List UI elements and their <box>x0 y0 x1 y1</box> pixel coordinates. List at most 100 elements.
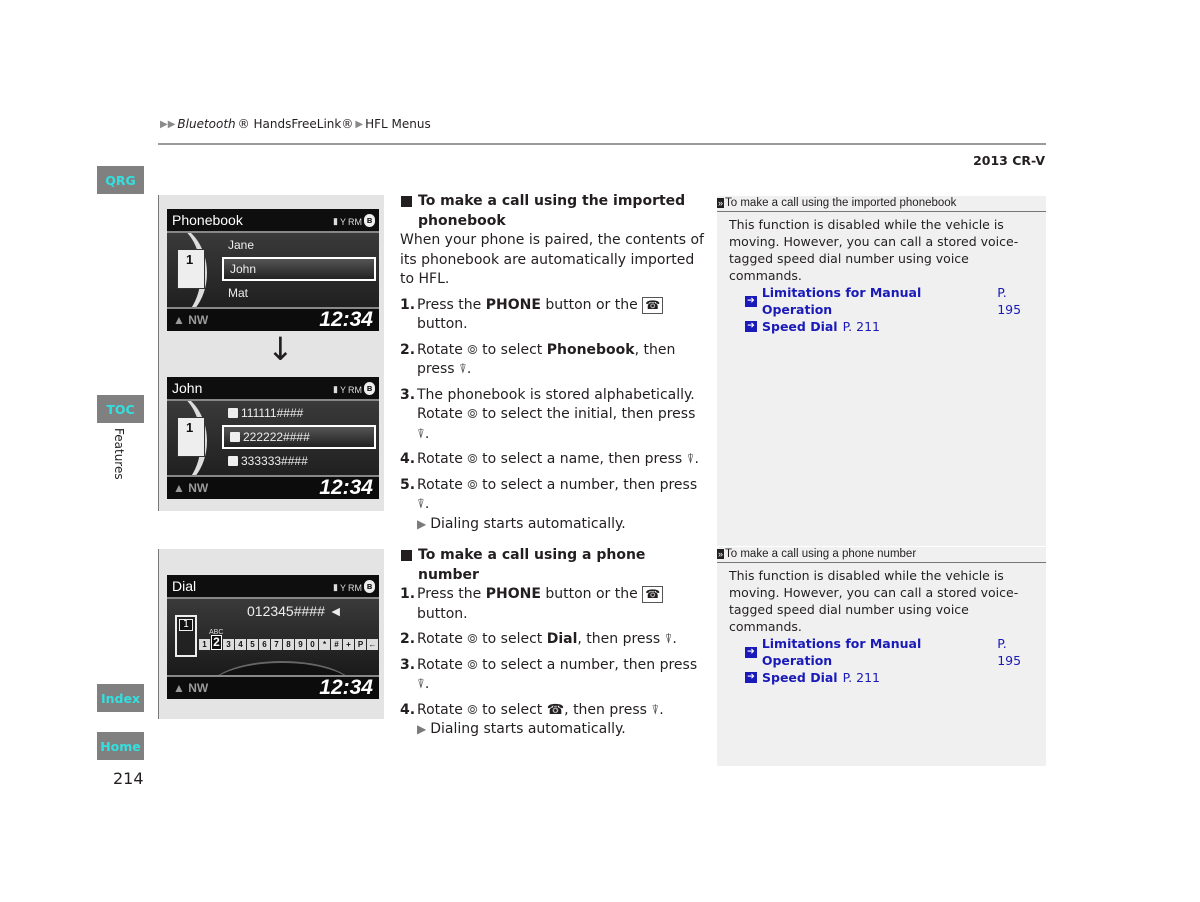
section-imported-phonebook: To make a call using the imported phoneb… <box>400 192 705 534</box>
note-body: This function is disabled while the vehi… <box>717 212 1046 339</box>
keypad-key[interactable]: 4 <box>235 639 246 650</box>
list-item-selected[interactable]: 222222#### <box>222 425 376 449</box>
model-label: 2013 CR-V <box>973 153 1045 168</box>
phone-button-icon: ☎ <box>642 296 664 314</box>
keypad-key[interactable]: 3 <box>223 639 234 650</box>
phone-keypad-icon: 1 <box>175 615 197 657</box>
list-item-selected[interactable]: John <box>222 257 376 281</box>
section-phone-number: To make a call using a phone number 1. P… <box>400 546 705 740</box>
contact-screen: John ▮ Y RM ʙ 1 111111#### 222222#### 33… <box>167 377 379 499</box>
breadcrumb-arrow-icon: ▶▶ <box>160 118 176 130</box>
step-result: ▶ Dialing starts automatically. <box>417 515 705 535</box>
link-arrow-icon: ➔ <box>745 321 757 332</box>
note-icon: » <box>717 549 725 559</box>
screen-body: 1 Jane John Mat <box>167 231 379 309</box>
compass-heading: ▲ NW <box>173 481 209 495</box>
compass-heading: ▲ NW <box>173 313 209 327</box>
breadcrumb-hfl-menus[interactable]: HFL Menus <box>365 117 431 131</box>
list-item[interactable]: Mat <box>222 281 376 305</box>
phonebook-icon: 1 <box>177 249 205 289</box>
section-heading: To make a call using a phone number <box>400 546 705 585</box>
phonebook-icon: 1 <box>177 417 205 457</box>
bluetooth-icon: ʙ <box>364 381 375 395</box>
keypad-key[interactable]: 6 <box>259 639 270 650</box>
step: 4. Rotate ⦾ to select ☎, then press ⍒. <box>400 701 705 721</box>
index-button[interactable]: Index <box>97 684 144 712</box>
note-text: This function is disabled while the vehi… <box>729 568 1019 634</box>
keypad-key[interactable]: 5 <box>247 639 258 650</box>
note-imported-phonebook: » To make a call using the imported phone… <box>717 196 1046 546</box>
call-icon: ☎ <box>546 701 565 718</box>
dialed-number: 012345#### ◄ <box>247 603 343 619</box>
ref-link-limitations[interactable]: ➔ Limitations for Manual Operation P. 195 <box>745 635 1034 669</box>
keypad-key[interactable]: ← <box>367 639 378 650</box>
bluetooth-icon: ʙ <box>364 213 375 227</box>
rotate-knob-icon: ⦾ <box>467 657 478 673</box>
section-intro: When your phone is paired, the contents … <box>400 232 704 287</box>
breadcrumb-hfl[interactable]: ® HandsFreeLink® <box>238 117 354 131</box>
keypad-key[interactable]: + <box>343 639 354 650</box>
home-phone-icon <box>228 408 238 418</box>
mobile-phone-icon <box>230 432 240 442</box>
rotate-knob-icon: ⦾ <box>467 407 478 422</box>
battery-icon: ▮ <box>333 581 338 592</box>
link-arrow-icon: ➔ <box>745 646 757 658</box>
keypad-key[interactable]: P <box>355 639 366 650</box>
qrg-button[interactable]: QRG <box>97 166 144 194</box>
screen-title-bar: Dial ▮ Y RM ʙ <box>167 575 379 597</box>
note-icon: » <box>717 198 725 208</box>
compass-heading: ▲ NW <box>173 681 209 695</box>
note-text: This function is disabled while the vehi… <box>729 217 1019 283</box>
screen-title: John <box>172 380 203 396</box>
status-icons: ▮ Y RM ʙ <box>333 579 375 593</box>
keypad-key[interactable]: 9 <box>295 639 306 650</box>
screen-title: Dial <box>172 578 197 594</box>
link-arrow-icon: ➔ <box>745 672 757 683</box>
dial-screen: Dial ▮ Y RM ʙ 012345#### ◄ 1 ABC 1234567… <box>167 575 379 699</box>
press-knob-icon: ⍒ <box>417 677 425 692</box>
keypad-key[interactable]: * <box>319 639 330 650</box>
rotate-knob-icon: ⦾ <box>467 632 478 647</box>
ref-link-speed-dial[interactable]: ➔ Speed Dial P. 211 <box>745 669 1034 686</box>
signal-icon: Y <box>339 384 346 395</box>
keypad-key[interactable]: # <box>331 639 342 650</box>
keypad-key[interactable]: 7 <box>271 639 282 650</box>
clock: 12:34 <box>319 476 373 499</box>
screen-body: 012345#### ◄ 1 ABC 1 2 3 4 5 6 7 8 9 0 * # + P ← <box>167 597 379 677</box>
step: 2. Rotate ⦾ to select Phonebook, then pr… <box>400 341 705 380</box>
dial-figure: Dial ▮ Y RM ʙ 012345#### ◄ 1 ABC 1234567… <box>158 549 384 719</box>
keypad-key[interactable]: 8 <box>283 639 294 650</box>
note-heading: » To make a call using the imported phone… <box>717 196 1046 212</box>
down-arrow-icon: ↓ <box>267 330 294 368</box>
page-number: 214 <box>113 769 144 788</box>
ref-link-speed-dial[interactable]: ➔ Speed Dial P. 211 <box>745 318 1034 335</box>
breadcrumb-bluetooth[interactable]: Bluetooth <box>177 117 235 131</box>
toc-button[interactable]: TOC <box>97 395 144 423</box>
keypad-key[interactable]: 0 <box>307 639 318 650</box>
bluetooth-icon: ʙ <box>364 579 375 593</box>
keypad-key[interactable]: 1 <box>199 639 210 650</box>
ref-link-limitations[interactable]: ➔ Limitations for Manual Operation P. 195 <box>745 284 1034 318</box>
keypad-key[interactable]: 2 <box>211 635 222 650</box>
list-item[interactable]: Jane <box>222 233 376 257</box>
breadcrumb-arrow-icon: ▶ <box>355 118 364 130</box>
section-heading: To make a call using the imported phoneb… <box>400 192 705 231</box>
roaming-label: RM <box>348 582 362 593</box>
list-item[interactable]: 111111#### <box>222 401 376 425</box>
status-icons: ▮ Y RM ʙ <box>333 381 375 395</box>
press-knob-icon: ⍒ <box>459 362 467 377</box>
dial-arc-decoration <box>207 661 357 675</box>
note-heading: » To make a call using a phone number <box>717 547 1046 563</box>
signal-icon: Y <box>339 216 346 227</box>
list-item[interactable]: 333333#### <box>222 449 376 473</box>
screen-footer: ▲ NW 12:34 <box>167 676 379 699</box>
battery-icon: ▮ <box>333 383 338 394</box>
screen-footer: ▲ NW 12:34 <box>167 476 379 499</box>
home-button[interactable]: Home <box>97 732 144 760</box>
result-arrow-icon: ▶ <box>417 516 427 531</box>
breadcrumb: ▶▶ Bluetooth ® HandsFreeLink® ▶ HFL Menu… <box>160 117 431 131</box>
screen-footer: ▲ NW 12:34 <box>167 308 379 331</box>
step: 3. The phonebook is stored alphabeticall… <box>400 386 705 445</box>
step: 1. Press the PHONE button or the ☎ butto… <box>400 585 705 624</box>
section-label: Features <box>112 428 126 480</box>
